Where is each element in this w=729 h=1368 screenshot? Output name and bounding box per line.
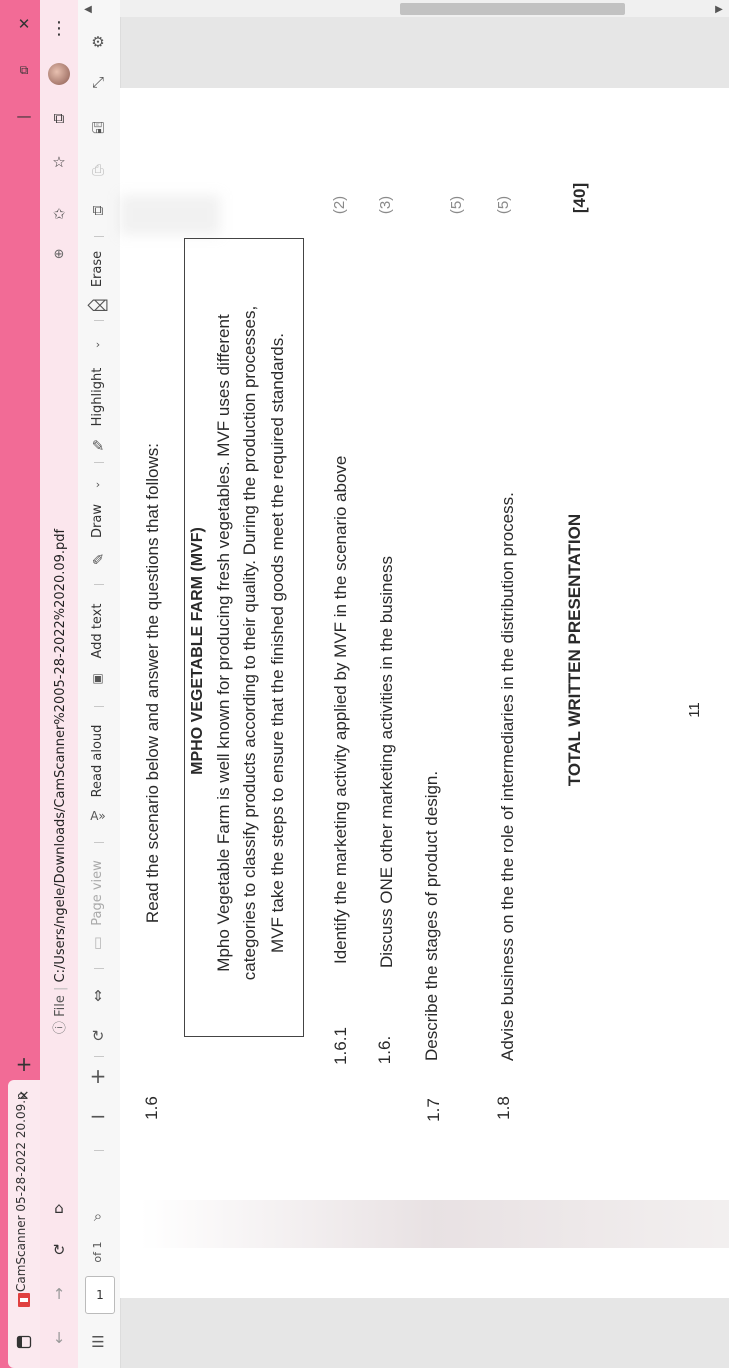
q16-text: Read the scenario below and answer the q…	[143, 443, 162, 924]
highlight-chevron-icon[interactable]: ›	[86, 332, 110, 356]
close-window-icon[interactable]: ✕	[12, 12, 36, 36]
scroll-right-icon[interactable]: ▶	[707, 0, 729, 21]
restore-window-icon[interactable]: ⧉	[12, 58, 36, 82]
home-icon[interactable]: ⌂	[47, 1196, 71, 1220]
fullscreen-icon[interactable]: ⤢	[86, 70, 110, 94]
draw-button[interactable]: Draw	[90, 496, 108, 546]
q18-marks: (5)	[495, 195, 512, 215]
refresh-icon[interactable]: ↻	[47, 1238, 71, 1262]
minimize-window-icon[interactable]: —	[12, 104, 36, 128]
page-total-label: of 1	[91, 1241, 104, 1263]
erase-button[interactable]: Erase	[90, 244, 108, 294]
new-tab-icon[interactable]: +	[12, 1052, 36, 1076]
text-box-icon: ▣	[92, 671, 104, 685]
q17-marks: (5)	[448, 195, 465, 215]
url-text: C:/Users/ngele/Downloads/CamScanner%2005…	[53, 528, 68, 983]
page-number-footer: 11	[686, 702, 703, 718]
highlighter-icon: ✎	[91, 437, 105, 455]
zoom-in-button[interactable]: +	[86, 1064, 110, 1088]
settings-gear-icon[interactable]: ⚙	[86, 30, 110, 54]
fit-page-icon[interactable]: ⇕	[86, 984, 110, 1008]
read-aloud-icon: A»	[90, 809, 106, 823]
sidebar-toggle-icon[interactable]	[12, 1330, 36, 1354]
add-favorite-icon[interactable]: ✩	[47, 202, 71, 226]
read-aloud-button[interactable]: Read aloud	[90, 721, 108, 801]
print-icon[interactable]: ⎙	[86, 158, 110, 182]
q161-marks: (2)	[331, 195, 348, 215]
copy-icon[interactable]: ⧉	[86, 198, 110, 222]
scenario-title: MPHO VEGETABLE FARM (MVF)	[189, 527, 206, 775]
q17-number: 1.7	[424, 1098, 443, 1122]
q18-text: Advise business on the the role of inter…	[498, 492, 517, 1061]
page-number-value: 1	[96, 1288, 104, 1302]
highlight-button[interactable]: Highlight	[90, 362, 108, 432]
forward-icon[interactable]: ↑	[47, 1282, 71, 1306]
file-info-icon: ⓘ	[53, 1016, 68, 1034]
add-text-button[interactable]: Add text	[90, 596, 108, 666]
scroll-left-icon[interactable]: ◀	[76, 0, 100, 21]
url-scheme-label: File	[53, 995, 68, 1017]
page-view-icon: ▯	[93, 933, 103, 951]
rotate-icon[interactable]: ↻	[86, 1024, 110, 1048]
profile-avatar[interactable]	[47, 62, 71, 86]
q162-text: Discuss ONE other marketing activities i…	[377, 556, 396, 968]
q17-text: Describe the stages of product design.	[422, 770, 441, 1061]
collections-icon[interactable]: ⧉	[47, 106, 71, 130]
tab-title[interactable]: CamScanner 05-28-2022 20.09.p	[14, 1092, 32, 1292]
q162-marks: (3)	[377, 195, 394, 215]
q161-number: 1.6.1	[331, 1027, 350, 1065]
total-label: TOTAL WRITTEN PRESENTATION	[565, 513, 584, 787]
zoom-indicator-icon: ⊕	[53, 246, 65, 262]
back-icon[interactable]: ↓	[47, 1326, 71, 1350]
pen-icon: ✐	[91, 551, 105, 569]
eraser-icon: ⌫	[87, 297, 109, 315]
q18-number: 1.8	[494, 1096, 513, 1120]
search-icon[interactable]: ⌕	[86, 1204, 110, 1228]
q161-text: Identify the marketing activity applied …	[331, 455, 350, 964]
scenario-line-3: MVF take the steps to ensure that the fi…	[268, 333, 287, 953]
scenario-line-1: Mpho Vegetable Farm is well known for pr…	[214, 314, 233, 972]
scan-shadow	[140, 1200, 729, 1248]
q162-number: 1.6.	[375, 1035, 394, 1065]
pdf-file-icon	[12, 1288, 36, 1312]
contents-icon[interactable]: ☰	[86, 1330, 110, 1354]
scenario-line-2: categories to classify products accordin…	[240, 305, 259, 981]
favorites-icon[interactable]: ☆	[47, 150, 71, 174]
page-number-input[interactable]: 1	[85, 1276, 115, 1314]
scrollbar-thumb[interactable]	[400, 3, 625, 15]
more-options-icon[interactable]: ⋮	[47, 16, 71, 40]
draw-chevron-icon[interactable]: ›	[86, 472, 110, 496]
zoom-out-button[interactable]: −	[86, 1104, 110, 1128]
total-marks: [40]	[570, 182, 589, 214]
scan-smudge	[120, 195, 220, 235]
address-url[interactable]: ⓘ File | C:/Users/ngele/Downloads/CamSca…	[49, 529, 68, 1034]
save-icon[interactable]: 🖫	[86, 118, 110, 142]
page-view-button[interactable]: Page view	[90, 853, 108, 933]
